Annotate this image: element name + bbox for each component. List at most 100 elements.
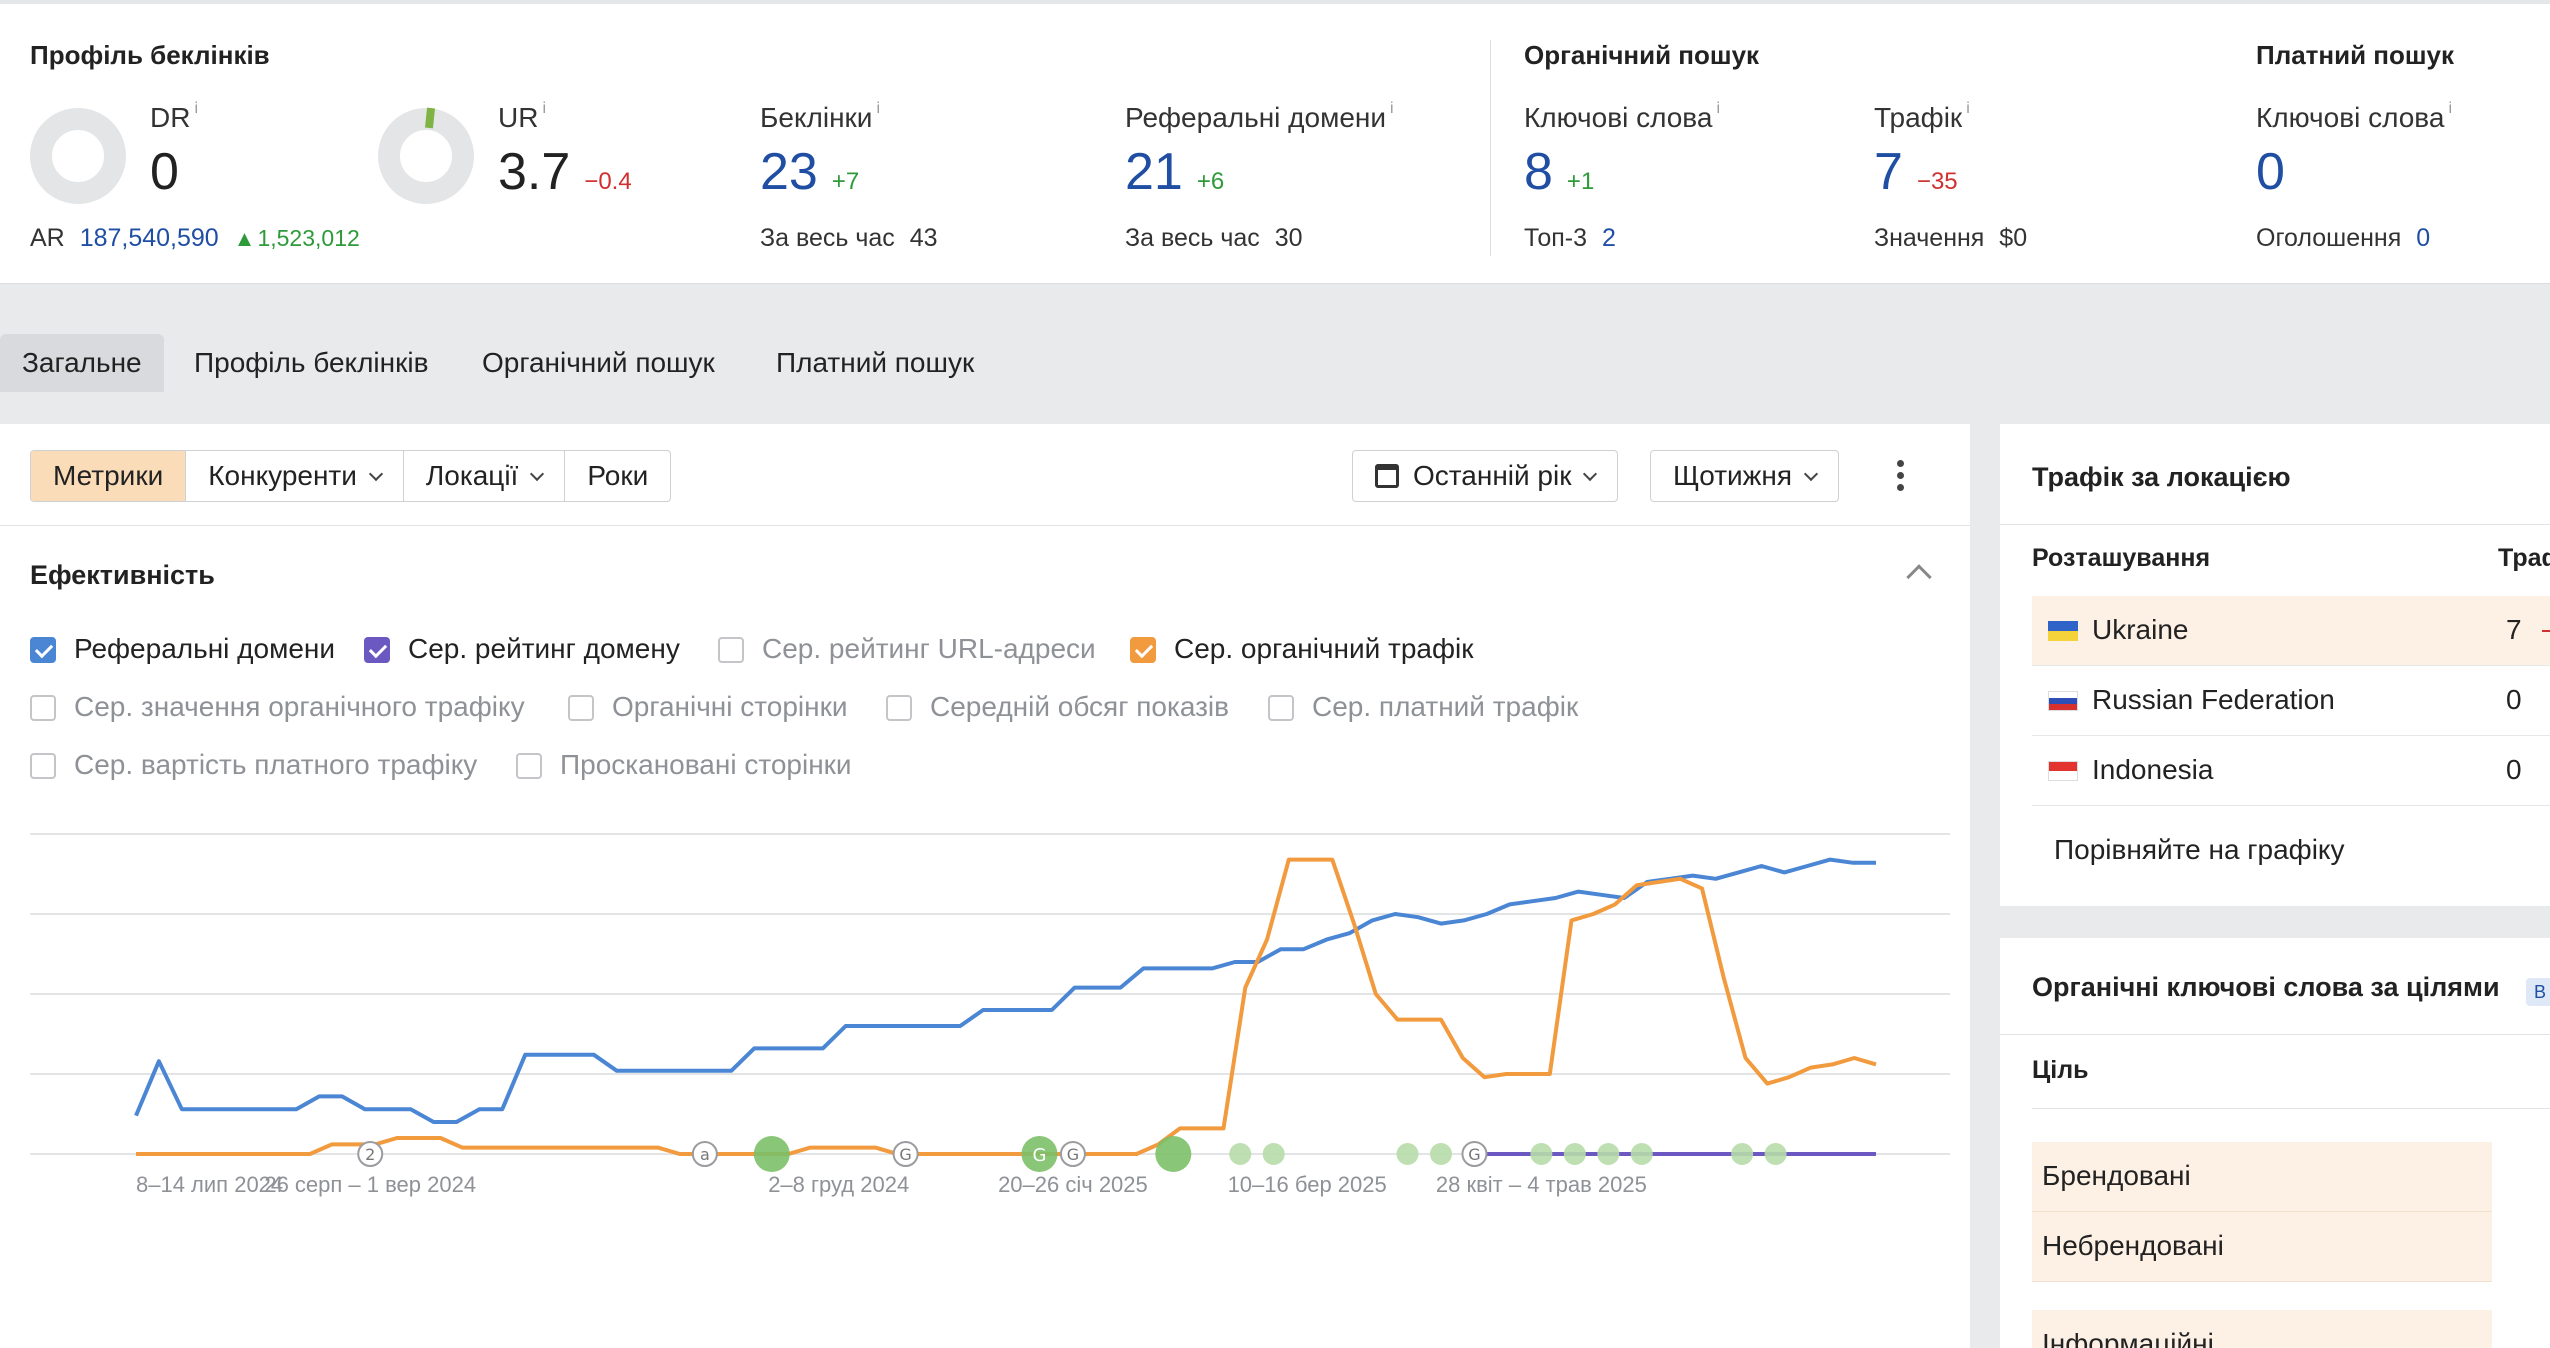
ur-value: 3.7 xyxy=(498,143,571,201)
seg-competitors[interactable]: Конкуренти xyxy=(186,451,404,501)
interval-dropdown[interactable]: Щотижня xyxy=(1650,450,1840,502)
compare-on-chart-link[interactable]: Порівняйте на графіку xyxy=(2054,834,2345,866)
metrics-overview: Профіль беклінків Органічний пошук Платн… xyxy=(0,0,2550,284)
chevron-up-icon[interactable] xyxy=(1906,564,1932,590)
event-dot xyxy=(1764,1143,1787,1165)
ar-delta-up-icon: ▲ xyxy=(233,226,256,251)
info-icon[interactable]: i xyxy=(1716,100,1720,117)
ads-value[interactable]: 0 xyxy=(2416,224,2430,252)
top3-value[interactable]: 2 xyxy=(1602,224,1616,252)
col-traffic[interactable]: Трафік xyxy=(2498,544,2550,573)
organic-traffic-metric[interactable]: Трафік i 7 −35 xyxy=(1874,100,1970,200)
info-icon[interactable]: i xyxy=(542,100,546,117)
seg-metrics[interactable]: Метрики xyxy=(31,451,187,501)
chevron-down-icon xyxy=(530,466,545,482)
organic-keywords-value[interactable]: 8 xyxy=(1524,143,1553,201)
chevron-down-icon xyxy=(368,466,383,482)
x-tick-label: 28 квіт – 4 трав 2025 xyxy=(1436,1172,1647,1197)
cb-avg-dr-label: Сер. рейтинг домену xyxy=(408,633,680,664)
cb-organic-traffic[interactable]: Сер. органічний трафік xyxy=(1130,632,1474,666)
seg-locations[interactable]: Локації xyxy=(404,451,566,501)
backlinks-metric[interactable]: Беклінки i 23 +7 xyxy=(760,100,880,200)
paid-search-title: Платний пошук xyxy=(2256,40,2455,70)
performance-chart[interactable]: 2 a G G G G 8–14 лип 202426 серп – 1 вер 2024 2… xyxy=(0,814,1970,1348)
tab-organic-search[interactable]: Органічний пошук xyxy=(460,334,737,392)
paid-keywords-value[interactable]: 0 xyxy=(2256,143,2285,201)
backlinks-value[interactable]: 23 xyxy=(760,143,818,201)
ref-domains-value[interactable]: 21 xyxy=(1125,143,1183,201)
period-dropdown[interactable]: Останній рік xyxy=(1352,450,1619,502)
info-icon[interactable]: i xyxy=(2448,100,2452,117)
ar-value[interactable]: 187,540,590 xyxy=(80,224,219,252)
location-row-indonesia[interactable]: Indonesia 0 xyxy=(2032,736,2550,806)
ref-domains-label: Реферальні домени xyxy=(1125,102,1386,133)
cb-paid-traffic-cost[interactable]: Сер. вартість платного трафіку xyxy=(30,748,477,782)
intent-row-informational[interactable]: Інформаційні xyxy=(2032,1310,2492,1348)
cb-avg-impressions-label: Середній обсяг показів xyxy=(930,691,1230,722)
info-icon[interactable]: i xyxy=(194,100,198,117)
flag-russia-icon xyxy=(2048,691,2078,711)
organic-traffic-label: Трафік xyxy=(1874,102,1963,133)
event-dot xyxy=(1155,1136,1192,1172)
cb-ref-domains[interactable]: Реферальні домени xyxy=(30,632,335,666)
dr-label: DR xyxy=(150,102,191,133)
seg-competitors-label: Конкуренти xyxy=(208,460,357,491)
ref-domains-delta: +6 xyxy=(1196,168,1225,195)
location-row-ukraine[interactable]: Ukraine 7 xyxy=(2032,596,2550,666)
info-icon[interactable]: i xyxy=(1390,100,1394,117)
event-marker-label: G xyxy=(1067,1145,1079,1164)
ads-label: Оголошення xyxy=(2256,224,2402,252)
tab-paid-search[interactable]: Платний пошук xyxy=(754,334,996,392)
ar-label: AR xyxy=(30,224,65,252)
cb-avg-impressions[interactable]: Середній обсяг показів xyxy=(886,690,1229,724)
ref-domains-all-time: За весь час 30 xyxy=(1125,224,1303,253)
keywords-by-intent-title: Органічні ключові слова за цілями xyxy=(2032,972,2500,1002)
intent-label: Брендовані xyxy=(2042,1160,2191,1191)
cb-crawled-pages-label: Проскановані сторінки xyxy=(560,749,852,780)
dr-metric[interactable]: DR i 0 xyxy=(150,100,198,200)
cb-paid-traffic-cost-label: Сер. вартість платного трафіку xyxy=(74,749,478,780)
info-icon[interactable]: i xyxy=(876,100,880,117)
organic-traffic-delta: −35 xyxy=(1916,168,1958,195)
col-intent[interactable]: Ціль xyxy=(2032,1056,2088,1085)
tab-backlinks-profile[interactable]: Профіль беклінків xyxy=(172,334,450,392)
traffic-value-row: Значення $0 xyxy=(1874,224,2027,253)
interval-label: Щотижня xyxy=(1673,460,1793,491)
organic-traffic-value[interactable]: 7 xyxy=(1874,143,1903,201)
cb-crawled-pages[interactable]: Проскановані сторінки xyxy=(516,748,852,782)
intent-row-nonbranded[interactable]: Небрендовані xyxy=(2032,1212,2492,1282)
checkbox-icon xyxy=(30,695,56,721)
cb-organic-traffic-value[interactable]: Сер. значення органічного трафіку xyxy=(30,690,525,724)
checkbox-icon xyxy=(30,753,56,779)
location-traffic: 0 xyxy=(2506,754,2522,785)
beta-badge: B xyxy=(2526,978,2550,1006)
organic-keywords-metric[interactable]: Ключові слова i 8 +1 xyxy=(1524,100,1720,200)
more-options-icon[interactable] xyxy=(1895,460,1905,494)
cb-organic-pages[interactable]: Органічні сторінки xyxy=(568,690,847,724)
tab-overview[interactable]: Загальне xyxy=(0,334,164,392)
intent-row-branded[interactable]: Брендовані xyxy=(2032,1142,2492,1212)
paid-keywords-metric[interactable]: Ключові слова i 0 xyxy=(2256,100,2452,200)
ur-donut-fill xyxy=(424,107,436,129)
ur-donut-icon xyxy=(378,107,474,204)
performance-panel: Метрики Конкуренти Локації Роки Останній… xyxy=(0,424,1970,1348)
cb-avg-dr[interactable]: Сер. рейтинг домену xyxy=(364,632,680,666)
cb-avg-ur[interactable]: Сер. рейтинг URL-адреси xyxy=(718,632,1096,666)
location-row-russia[interactable]: Russian Federation 0 xyxy=(2032,666,2550,736)
event-dot xyxy=(1731,1143,1754,1165)
cb-paid-traffic-label: Сер. платний трафік xyxy=(1312,691,1579,722)
cb-paid-traffic[interactable]: Сер. платний трафік xyxy=(1268,690,1578,724)
event-dot xyxy=(1229,1143,1252,1165)
event-marker-label: a xyxy=(700,1145,710,1164)
traffic-by-location-title: Трафік за локацією xyxy=(2032,462,2291,492)
seg-years[interactable]: Роки xyxy=(565,451,670,501)
period-label: Останній рік xyxy=(1413,460,1572,491)
col-location[interactable]: Розташування xyxy=(2032,544,2210,573)
event-dot-label: G xyxy=(1032,1145,1046,1166)
view-switcher: Метрики Конкуренти Локації Роки xyxy=(30,450,672,502)
ref-domains-metric[interactable]: Реферальні домени i 21 +6 xyxy=(1125,100,1394,200)
event-dot xyxy=(1430,1143,1452,1165)
info-icon[interactable]: i xyxy=(1966,100,1970,117)
ur-metric[interactable]: UR i 3.7 −0.4 xyxy=(498,100,632,200)
event-dot xyxy=(1530,1143,1553,1165)
